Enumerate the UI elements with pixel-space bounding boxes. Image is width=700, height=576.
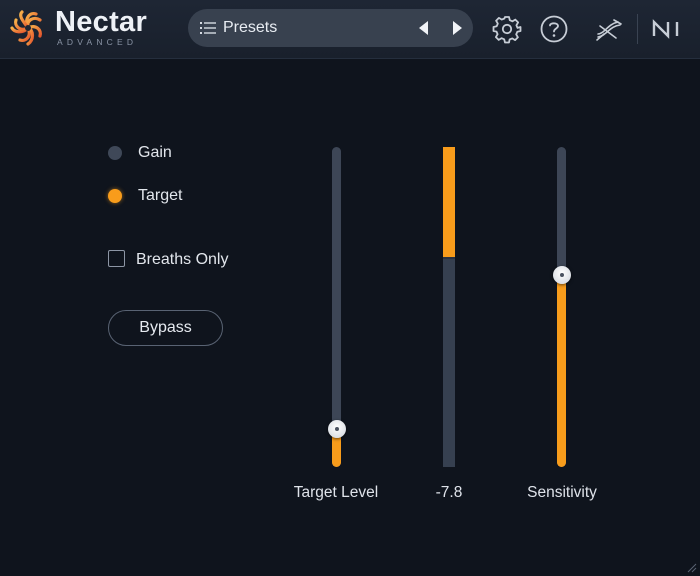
ni-logo-icon[interactable] (651, 14, 687, 44)
routing-icon[interactable] (594, 14, 624, 44)
level-meter (443, 147, 455, 467)
level-meter-fill (443, 147, 455, 259)
resize-grip-icon[interactable] (687, 563, 697, 573)
header-divider (637, 14, 638, 44)
app-title: Nectar (55, 6, 148, 38)
sensitivity-fill (557, 275, 566, 467)
target-level-label: Target Level (293, 484, 379, 501)
preset-bar[interactable]: Presets (188, 9, 473, 47)
list-icon (200, 22, 216, 34)
preset-label: Presets (223, 19, 278, 36)
radio-dot-gain (108, 146, 122, 160)
checkbox-box (108, 250, 125, 267)
sensitivity-slider[interactable] (557, 147, 566, 467)
bypass-button[interactable]: Bypass (108, 310, 223, 346)
radio-dot-target (108, 189, 122, 203)
app-subtitle: ADVANCED (57, 37, 138, 47)
chevron-right-icon[interactable] (447, 18, 467, 38)
breaths-only-label: Breaths Only (136, 251, 229, 268)
radio-target-label: Target (138, 187, 183, 204)
header-bar: Nectar ADVANCED Presets (0, 0, 700, 59)
chevron-left-icon[interactable] (414, 18, 434, 38)
target-level-thumb[interactable] (327, 419, 346, 438)
radio-gain-label: Gain (138, 144, 172, 161)
meter-value-label: -7.8 (435, 484, 463, 501)
help-icon[interactable] (539, 14, 569, 44)
nectar-logo-icon (10, 10, 42, 46)
sensitivity-thumb[interactable] (552, 266, 571, 284)
sensitivity-label: Sensitivity (527, 484, 597, 501)
gear-icon[interactable] (492, 14, 522, 44)
